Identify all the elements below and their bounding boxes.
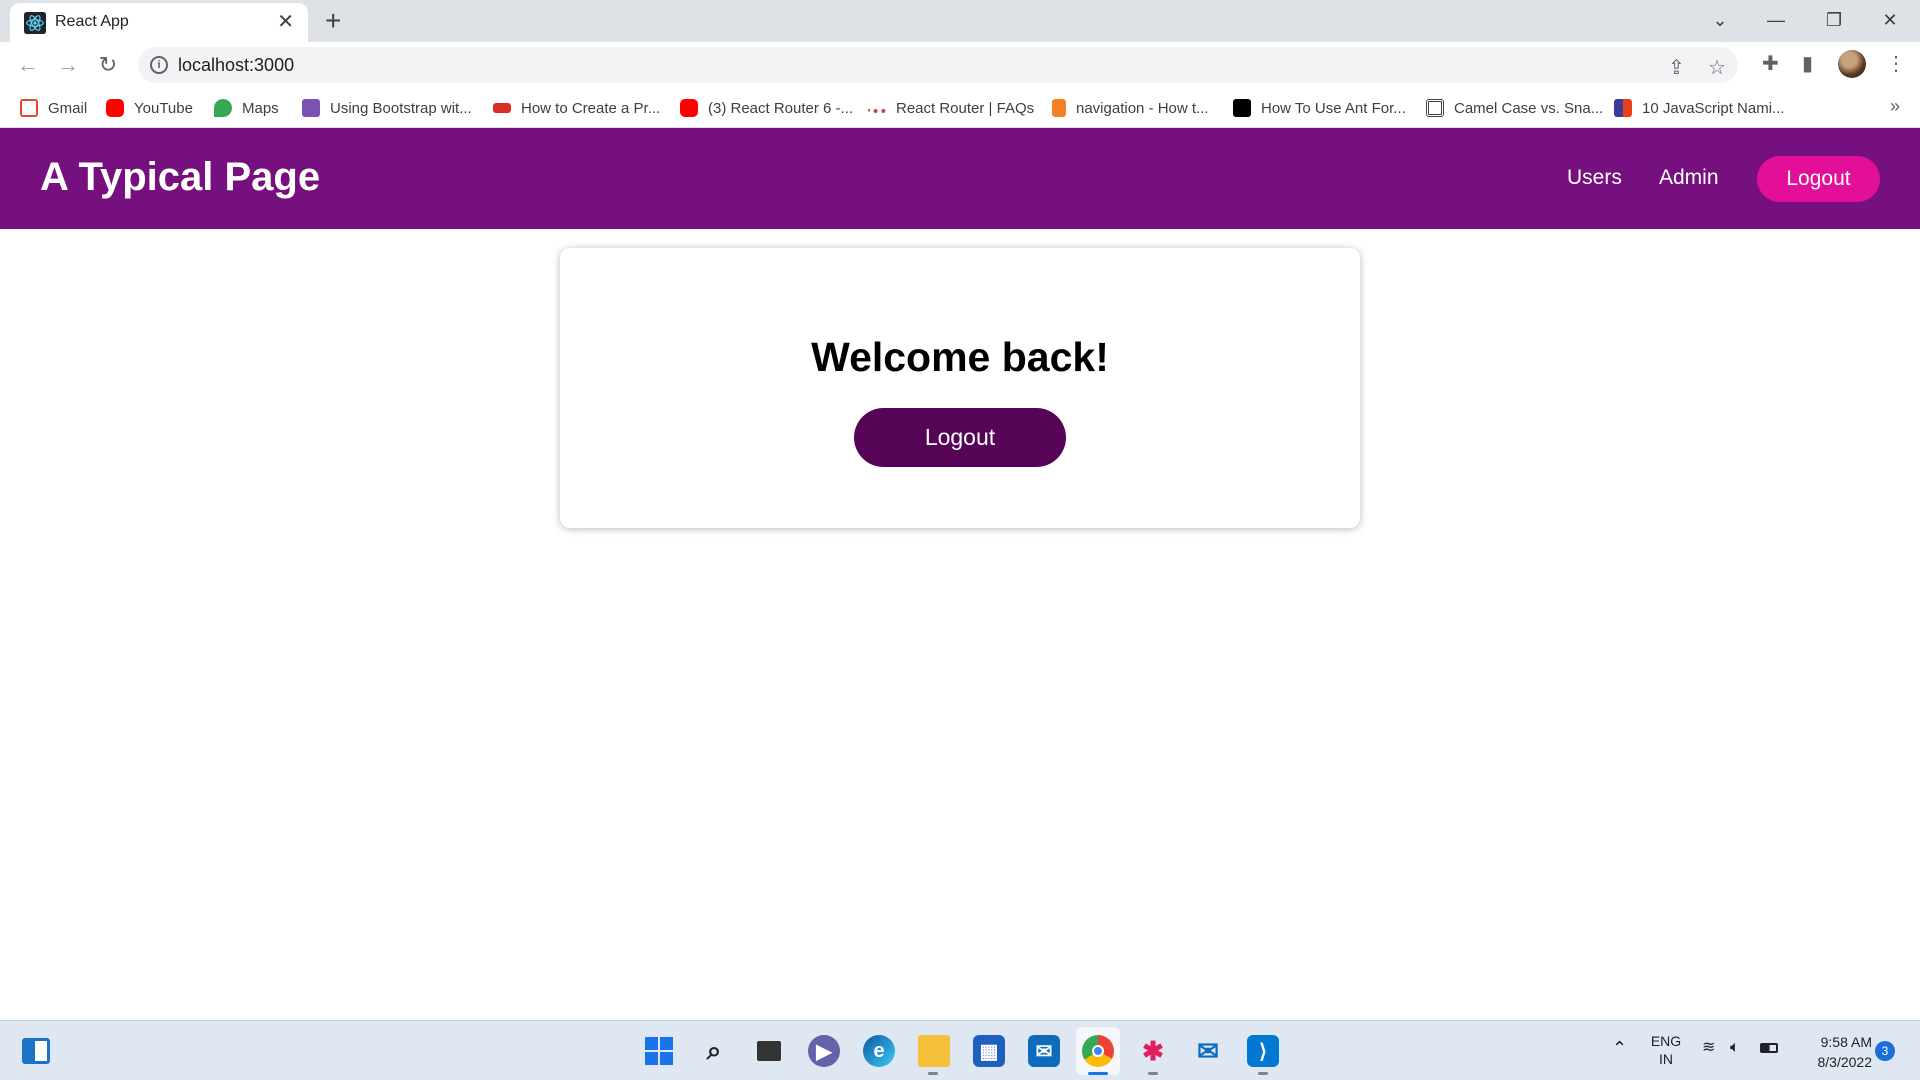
date-text: 8/3/2022 <box>1817 1054 1873 1070</box>
tab-close-icon[interactable]: ✕ <box>277 11 294 33</box>
page-title: A Typical Page <box>40 155 321 199</box>
address-bar[interactable]: i localhost:3000 ⇪ ☆ <box>138 47 1738 83</box>
bookmark-camel-case[interactable]: Camel Case vs. Sna... <box>1426 98 1603 118</box>
tab-search-icon[interactable]: ⌄ <box>1696 4 1744 36</box>
bookmark-react-router-faqs[interactable]: React Router | FAQs <box>868 98 1034 118</box>
bootstrap-icon <box>302 99 320 117</box>
share-icon[interactable]: ⇪ <box>1668 55 1685 80</box>
bookmark-bootstrap[interactable]: Using Bootstrap wit... <box>302 98 472 118</box>
mail-open-icon[interactable]: ✉ <box>1192 1035 1224 1067</box>
menu-icon[interactable]: ⋮ <box>1886 51 1906 76</box>
search-icon[interactable]: ⌕ <box>698 1035 730 1067</box>
mail-icon[interactable]: ✉ <box>1028 1035 1060 1067</box>
minimize-icon[interactable]: — <box>1752 4 1800 36</box>
app-header: A Typical Page Users Admin Logout <box>0 128 1920 229</box>
site-icon <box>1426 99 1444 117</box>
nav-link-admin[interactable]: Admin <box>1659 166 1719 190</box>
running-indicator <box>1258 1072 1268 1075</box>
slack-icon[interactable]: ✱ <box>1137 1035 1169 1067</box>
time-text: 9:58 AM <box>1820 1034 1872 1050</box>
store-icon[interactable]: ▦ <box>973 1035 1005 1067</box>
clock[interactable]: 9:58 AM 8/3/2022 <box>1800 1032 1873 1072</box>
nav-link-users[interactable]: Users <box>1567 166 1622 190</box>
reload-icon[interactable]: ↻ <box>94 51 122 79</box>
youtube-icon <box>680 99 698 117</box>
url-text[interactable]: localhost:3000 <box>178 55 294 76</box>
bookmark-react-router-video[interactable]: (3) React Router 6 -... <box>680 98 853 118</box>
region-text: IN <box>1659 1051 1673 1067</box>
widgets-icon[interactable] <box>20 1035 52 1067</box>
youtube-icon <box>106 99 124 117</box>
active-indicator <box>1088 1072 1108 1075</box>
welcome-heading: Welcome back! <box>811 334 1109 380</box>
battery-icon[interactable] <box>1760 1039 1778 1057</box>
bookmarks-bar: Gmail YouTube Maps Using Bootstrap wit..… <box>0 88 1920 128</box>
extensions-icon[interactable]: ✚ <box>1762 51 1779 76</box>
restore-icon[interactable]: ❐ <box>1810 4 1858 36</box>
medium-icon <box>1233 99 1251 117</box>
task-view-icon[interactable] <box>753 1035 785 1067</box>
language-indicator[interactable]: ENG IN <box>1648 1032 1684 1068</box>
profile-avatar[interactable] <box>1838 50 1866 78</box>
gmail-icon <box>20 99 38 117</box>
forward-icon[interactable]: → <box>54 51 82 79</box>
bookmark-youtube[interactable]: YouTube <box>106 98 193 118</box>
wifi-icon[interactable]: ≋ <box>1702 1039 1715 1057</box>
bookmark-maps[interactable]: Maps <box>214 98 279 118</box>
tab-title: React App <box>55 13 129 30</box>
more-bookmarks-icon[interactable]: » <box>1890 96 1900 117</box>
window-close-icon[interactable]: ✕ <box>1866 4 1914 36</box>
bookmark-gmail[interactable]: Gmail <box>20 98 87 118</box>
chat-icon[interactable]: ▶ <box>808 1035 840 1067</box>
react-icon <box>24 12 46 34</box>
volume-icon[interactable]: 🔈︎ <box>1730 1039 1740 1057</box>
site-icon <box>493 103 511 113</box>
bookmark-create-project[interactable]: How to Create a Pr... <box>493 98 660 118</box>
stackoverflow-icon <box>1052 99 1066 117</box>
browser-toolbar: ← → ↻ i localhost:3000 ⇪ ☆ ✚ ▮ ⋮ <box>0 42 1920 88</box>
notification-badge[interactable]: 3 <box>1875 1041 1895 1061</box>
maps-icon <box>214 99 232 117</box>
chrome-icon[interactable] <box>1082 1035 1114 1067</box>
bookmark-star-icon[interactable]: ☆ <box>1708 55 1726 80</box>
start-icon[interactable] <box>643 1035 675 1067</box>
logout-button[interactable]: Logout <box>854 408 1066 467</box>
header-logout-button[interactable]: Logout <box>1757 156 1880 202</box>
site-icon <box>1614 99 1632 117</box>
file-explorer-icon[interactable] <box>918 1035 950 1067</box>
site-info-icon[interactable]: i <box>150 56 168 74</box>
welcome-card: Welcome back! Logout <box>560 248 1360 528</box>
edge-icon[interactable]: e <box>863 1035 895 1067</box>
bookmark-stackoverflow[interactable]: navigation - How t... <box>1052 98 1209 118</box>
running-indicator <box>928 1072 938 1075</box>
taskbar: ⌕ ▶ e ▦ ✉ ✱ ✉ ⟩ ⌃ ENG IN ≋ 🔈︎ 9:58 AM 8/… <box>0 1020 1920 1080</box>
tab-strip: React App ✕ + ⌄ — ❐ ✕ <box>0 0 1920 42</box>
bookmark-js-naming[interactable]: 10 JavaScript Nami... <box>1614 98 1785 118</box>
running-indicator <box>1148 1072 1158 1075</box>
new-tab-icon[interactable]: + <box>325 6 341 36</box>
show-hidden-icons[interactable]: ⌃ <box>1612 1039 1627 1057</box>
react-router-icon <box>868 103 886 113</box>
language-text: ENG <box>1650 1033 1682 1049</box>
browser-tab-active[interactable]: React App ✕ <box>10 3 308 42</box>
back-icon[interactable]: ← <box>14 51 42 79</box>
side-panel-icon[interactable]: ▮ <box>1802 51 1813 76</box>
bookmark-medium[interactable]: How To Use Ant For... <box>1233 98 1406 118</box>
vscode-icon[interactable]: ⟩ <box>1247 1035 1279 1067</box>
